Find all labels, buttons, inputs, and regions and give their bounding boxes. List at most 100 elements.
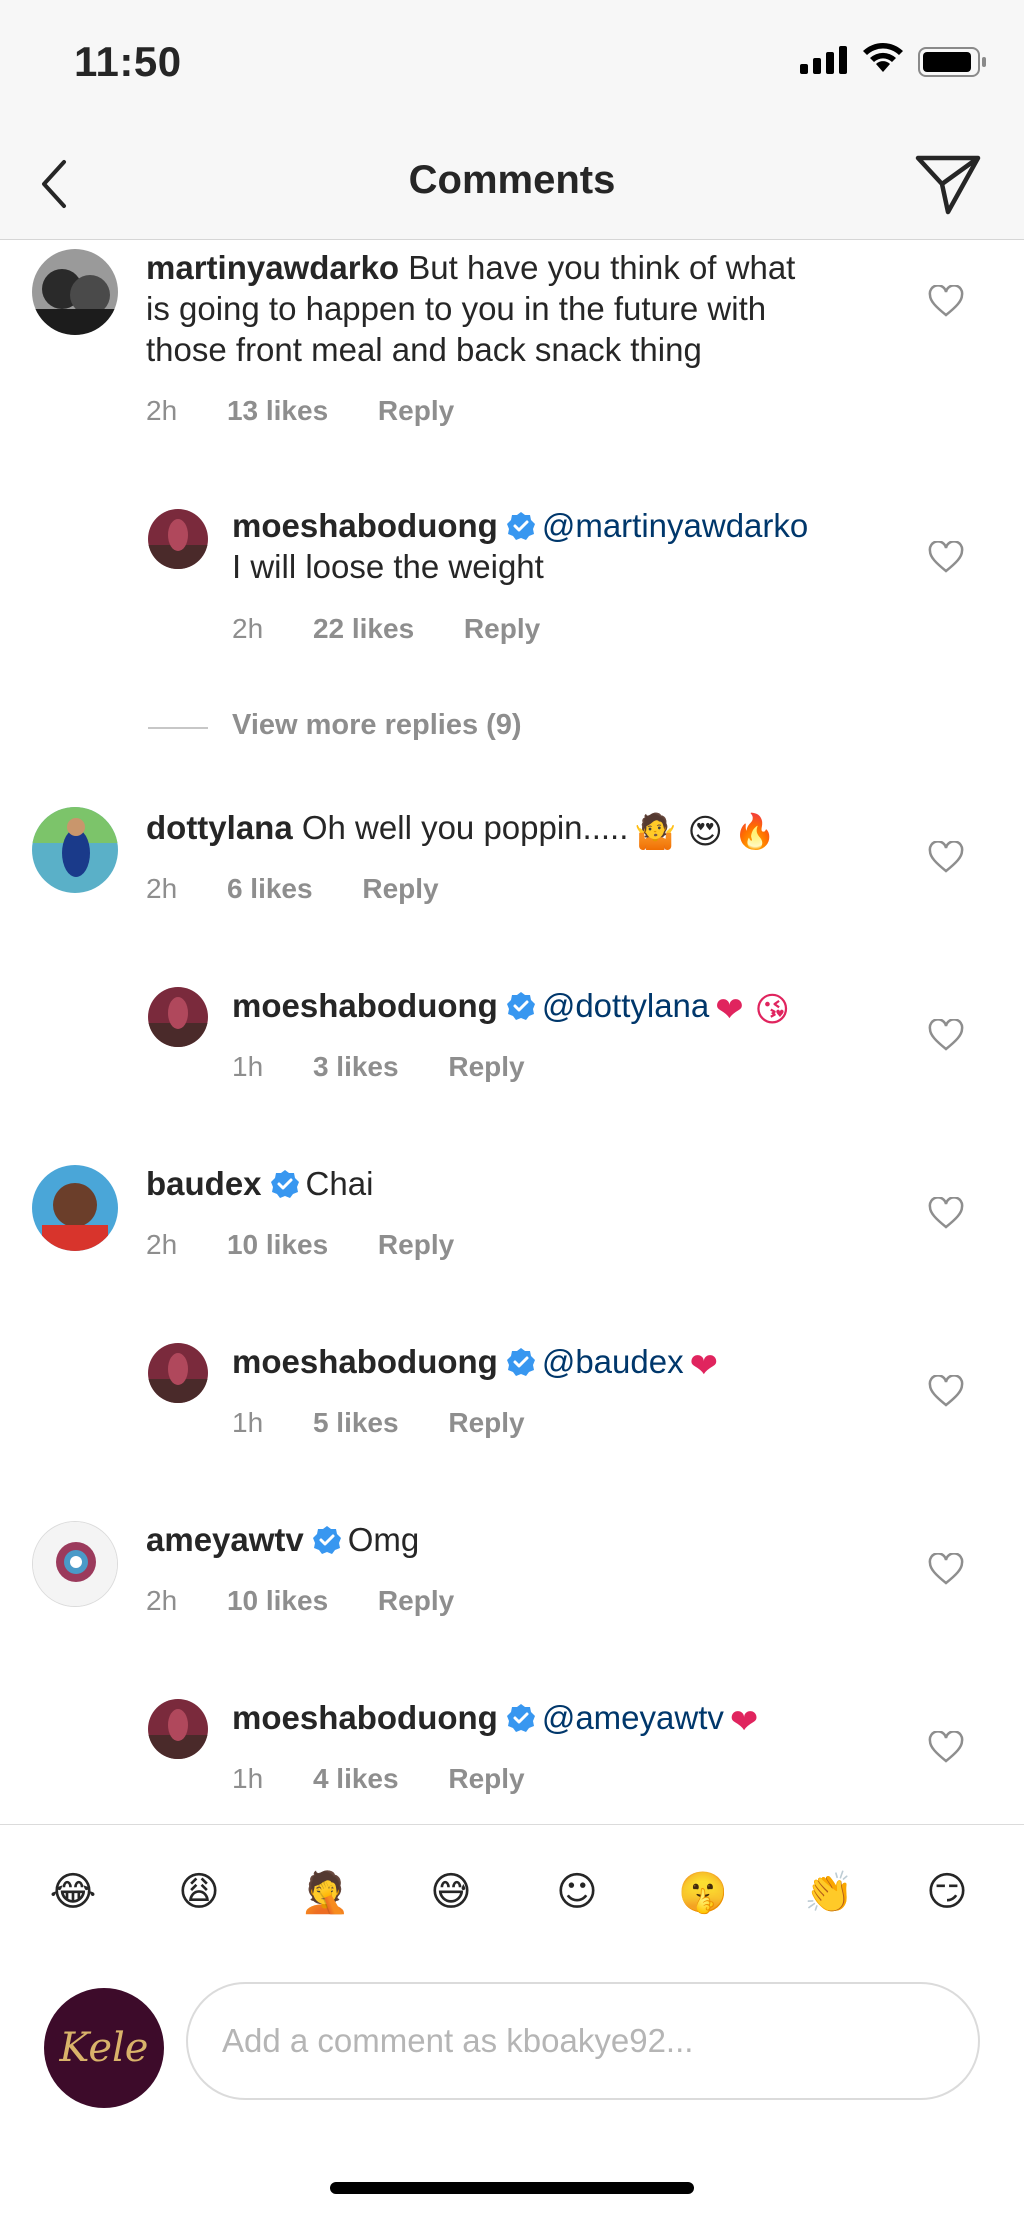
- comment-username[interactable]: baudex: [146, 1165, 262, 1202]
- verified-badge-icon: [270, 1170, 299, 1198]
- send-direct-icon[interactable]: [912, 148, 984, 220]
- verified-badge-icon: [506, 1704, 535, 1732]
- comment-emojis: 🤷 😍 🔥: [634, 812, 777, 852]
- comment-line: Chai: [305, 1165, 374, 1202]
- comment-list[interactable]: martinyawdarko But have you think of wha…: [0, 241, 1024, 1824]
- comment-emojis: ❤: [729, 1702, 759, 1742]
- avatar[interactable]: [32, 807, 118, 893]
- heart-icon[interactable]: [928, 841, 964, 873]
- comment-age: 1h: [232, 1763, 264, 1794]
- likes-count[interactable]: 22 likes: [313, 613, 414, 644]
- cellular-signal-icon: [800, 46, 847, 74]
- likes-count[interactable]: 5 likes: [313, 1407, 399, 1438]
- comment-age: 2h: [146, 873, 178, 904]
- comment-text: moeshaboduong @dottylana ❤ 😘: [232, 985, 912, 1031]
- heart-icon[interactable]: [928, 541, 964, 573]
- comment-username[interactable]: moeshaboduong: [232, 1699, 498, 1736]
- comment-line: I will loose the weight: [232, 548, 544, 585]
- comment-meta: 2h 10 likes Reply: [146, 1585, 496, 1617]
- comment-age: 2h: [146, 1229, 178, 1260]
- emoji-blush-button[interactable]: ☺: [544, 1859, 610, 1925]
- comment-age: 2h: [146, 1585, 178, 1616]
- page-title: Comments: [408, 158, 616, 202]
- comment-line: But have you think of what: [408, 249, 796, 286]
- avatar[interactable]: [32, 249, 118, 335]
- likes-count[interactable]: 4 likes: [313, 1763, 399, 1794]
- status-time: 11:50: [74, 38, 182, 85]
- likes-count[interactable]: 3 likes: [313, 1051, 399, 1082]
- reply-button[interactable]: Reply: [378, 395, 454, 426]
- avatar[interactable]: [148, 509, 208, 569]
- battery-icon: [918, 47, 986, 77]
- comment-meta: 2h 13 likes Reply: [146, 395, 496, 427]
- comment-username[interactable]: moeshaboduong: [232, 987, 498, 1024]
- heart-icon[interactable]: [928, 1019, 964, 1051]
- heart-icon[interactable]: [928, 1197, 964, 1229]
- likes-count[interactable]: 10 likes: [227, 1229, 328, 1260]
- avatar[interactable]: [148, 987, 208, 1047]
- heart-icon[interactable]: [928, 1375, 964, 1407]
- comment-username[interactable]: martinyawdarko: [146, 249, 399, 286]
- emoji-smirk-button[interactable]: 😏: [914, 1859, 980, 1925]
- wifi-icon: [863, 43, 903, 72]
- comment-input[interactable]: [186, 1982, 980, 2100]
- comment-age: 2h: [232, 613, 264, 644]
- emoji-shush-button[interactable]: 🤫: [670, 1859, 736, 1925]
- home-indicator[interactable]: [330, 2182, 694, 2194]
- emoji-clap-button[interactable]: 👏: [796, 1859, 862, 1925]
- verified-badge-icon: [312, 1526, 341, 1554]
- mention-link[interactable]: @dottylana: [542, 987, 709, 1024]
- comment-line: those front meal and back snack thing: [146, 331, 702, 368]
- comment-username[interactable]: moeshaboduong: [232, 507, 498, 544]
- comment-meta: 1h 4 likes Reply: [232, 1763, 567, 1795]
- comment-username[interactable]: dottylana: [146, 809, 293, 846]
- comment-text: moeshaboduong @ameyawtv ❤: [232, 1697, 912, 1743]
- heart-icon[interactable]: [928, 1553, 964, 1585]
- avatar[interactable]: [32, 1521, 118, 1607]
- comment-age: 1h: [232, 1407, 264, 1438]
- verified-badge-icon: [506, 992, 535, 1020]
- heart-icon[interactable]: [928, 1731, 964, 1763]
- reply-button[interactable]: Reply: [378, 1585, 454, 1616]
- mention-link[interactable]: @martinyawdarko: [542, 507, 808, 544]
- reply-button[interactable]: Reply: [464, 613, 540, 644]
- avatar[interactable]: [148, 1343, 208, 1403]
- reply-button[interactable]: Reply: [378, 1229, 454, 1260]
- mention-link[interactable]: @ameyawtv: [542, 1699, 724, 1736]
- reply-button[interactable]: Reply: [448, 1407, 524, 1438]
- avatar[interactable]: [32, 1165, 118, 1251]
- emoji-facepalm-button[interactable]: 🤦: [292, 1859, 358, 1925]
- emoji-joy-button[interactable]: 😂: [40, 1859, 106, 1925]
- comment-meta: 1h 5 likes Reply: [232, 1407, 567, 1439]
- view-more-replies-button[interactable]: View more replies (9): [232, 709, 522, 742]
- comment-meta: 1h 3 likes Reply: [232, 1051, 567, 1083]
- quick-emoji-bar: 😂 😩 🤦 😅 ☺ 🤫 👏 😏: [0, 1824, 1024, 1960]
- comment-emojis: ❤: [689, 1346, 719, 1386]
- emoji-sweat-smile-button[interactable]: 😅: [418, 1859, 484, 1925]
- comment-text: ameyawtv Omg: [146, 1519, 886, 1560]
- heart-icon[interactable]: [928, 285, 964, 317]
- comment-text: moeshaboduong @baudex ❤: [232, 1341, 912, 1387]
- nav-bar: Comments: [0, 130, 1024, 240]
- comment-emojis: ❤ 😘: [715, 990, 791, 1030]
- comment-username[interactable]: ameyawtv: [146, 1521, 304, 1558]
- likes-count[interactable]: 10 likes: [227, 1585, 328, 1616]
- comment-age: 1h: [232, 1051, 264, 1082]
- comment-text: dottylana Oh well you poppin..... 🤷 😍 🔥: [146, 807, 906, 853]
- reply-button[interactable]: Reply: [448, 1763, 524, 1794]
- verified-badge-icon: [506, 1348, 535, 1376]
- comment-meta: 2h 6 likes Reply: [146, 873, 481, 905]
- likes-count[interactable]: 6 likes: [227, 873, 313, 904]
- reply-button[interactable]: Reply: [448, 1051, 524, 1082]
- emoji-weary-button[interactable]: 😩: [166, 1859, 232, 1925]
- avatar[interactable]: [148, 1699, 208, 1759]
- comment-username[interactable]: moeshaboduong: [232, 1343, 498, 1380]
- comment-meta: 2h 10 likes Reply: [146, 1229, 496, 1261]
- mention-link[interactable]: @baudex: [542, 1343, 684, 1380]
- comment-line: Omg: [347, 1521, 420, 1558]
- likes-count[interactable]: 13 likes: [227, 395, 328, 426]
- comment-line: Oh well you poppin.....: [301, 809, 629, 846]
- status-bar: 11:50: [0, 0, 1024, 130]
- reply-button[interactable]: Reply: [362, 873, 438, 904]
- divider: [148, 727, 208, 729]
